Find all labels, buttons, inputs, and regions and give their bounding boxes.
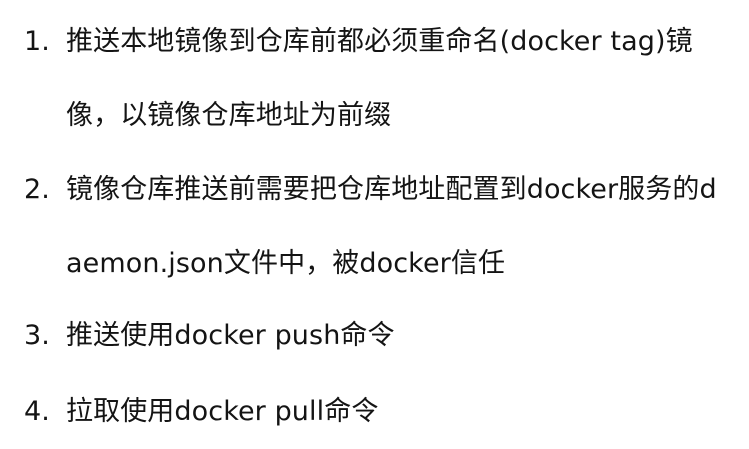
list-item-text: 推送本地镜像到仓库前都必须重命名(docker tag)镜像，以镜像仓库地址为前… [66, 26, 693, 131]
list-item: 2. 镜像仓库推送前需要把仓库地址配置到docker服务的daemon.json… [24, 153, 724, 301]
list-number: 1. [24, 26, 50, 57]
list-item-text: 镜像仓库推送前需要把仓库地址配置到docker服务的daemon.json文件中… [66, 174, 717, 279]
list-item: 1. 推送本地镜像到仓库前都必须重命名(docker tag)镜像，以镜像仓库地… [24, 5, 724, 153]
list-number: 4. [24, 396, 50, 427]
list-item-text: 拉取使用docker pull命令 [66, 396, 379, 427]
document-page: 1. 推送本地镜像到仓库前都必须重命名(docker tag)镜像，以镜像仓库地… [0, 0, 749, 439]
list-item: 3. 推送使用docker push命令 [24, 299, 724, 373]
list-number: 3. [24, 320, 50, 351]
list-item: 4. 拉取使用docker pull命令 [24, 375, 724, 449]
list-item-text: 推送使用docker push命令 [66, 320, 395, 351]
list-number: 2. [24, 174, 50, 205]
